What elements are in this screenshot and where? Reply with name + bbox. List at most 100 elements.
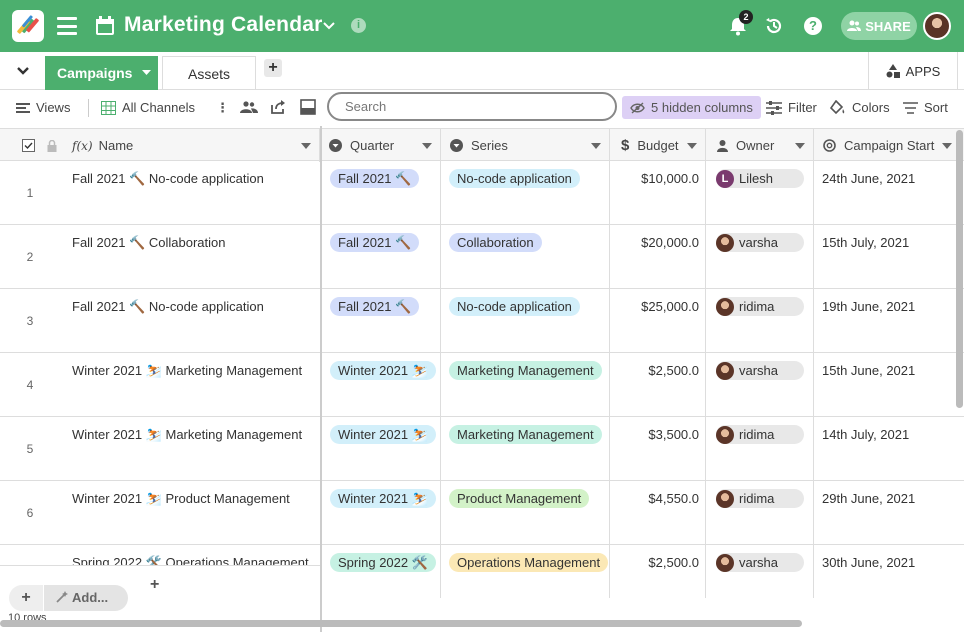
- filter-button[interactable]: Filter: [766, 100, 817, 115]
- table-row[interactable]: 4 Winter 2021 ⛷️ Marketing Management Wi…: [0, 353, 964, 417]
- chevron-down-icon[interactable]: [321, 17, 337, 38]
- caret-down-icon[interactable]: [301, 142, 311, 149]
- column-header-owner[interactable]: Owner: [706, 129, 814, 162]
- owner-cell[interactable]: varsha: [706, 545, 814, 598]
- owner-cell[interactable]: varsha: [706, 353, 814, 417]
- checkbox-icon[interactable]: [22, 139, 35, 152]
- budget-cell[interactable]: $20,000.0: [610, 225, 706, 289]
- owner-cell[interactable]: L Lilesh: [706, 161, 814, 225]
- budget-cell[interactable]: $3,500.0: [610, 417, 706, 481]
- caret-down-icon[interactable]: [687, 142, 697, 149]
- colors-button[interactable]: Colors: [830, 100, 890, 115]
- budget-value: $2,500.0: [648, 555, 699, 570]
- sort-button[interactable]: Sort: [903, 100, 948, 115]
- budget-cell[interactable]: $4,550.0: [610, 481, 706, 545]
- quarter-cell[interactable]: Fall 2021 🔨: [322, 225, 441, 289]
- column-header-campaign-start[interactable]: Campaign Start: [814, 129, 956, 162]
- table-row[interactable]: 5 Winter 2021 ⛷️ Marketing Management Wi…: [0, 417, 964, 481]
- campaign-start-value: 24th June, 2021: [822, 171, 916, 186]
- caret-down-icon[interactable]: [591, 142, 601, 149]
- column-header-quarter[interactable]: Quarter: [322, 129, 441, 162]
- quarter-cell[interactable]: Winter 2021 ⛷️: [322, 481, 441, 545]
- quarter-tag: Winter 2021 ⛷️: [330, 361, 436, 380]
- view-toolbar: Views All Channels ⋮ Search 5 hidden col…: [0, 90, 964, 126]
- history-icon[interactable]: [764, 16, 784, 41]
- quarter-cell[interactable]: Fall 2021 🔨: [322, 161, 441, 225]
- name-cell[interactable]: Fall 2021 🔨 No-code application: [0, 289, 320, 353]
- budget-value: $2,500.0: [648, 363, 699, 378]
- campaign-start-cell[interactable]: 29th June, 2021: [814, 481, 964, 545]
- name-cell[interactable]: Winter 2021 ⛷️ Marketing Management: [0, 417, 320, 481]
- hidden-columns-button[interactable]: 5 hidden columns: [622, 96, 761, 119]
- caret-down-icon[interactable]: [795, 142, 805, 149]
- campaign-start-cell[interactable]: 14th July, 2021: [814, 417, 964, 481]
- budget-cell[interactable]: $2,500.0: [610, 353, 706, 417]
- quarter-cell[interactable]: Spring 2022 🛠️: [322, 545, 441, 598]
- search-input[interactable]: Search: [327, 92, 617, 121]
- view-selector[interactable]: All Channels: [101, 100, 195, 115]
- row-height-icon[interactable]: [300, 99, 316, 115]
- apps-button[interactable]: APPS: [868, 52, 958, 90]
- column-header-budget[interactable]: $ Budget: [610, 129, 706, 162]
- help-icon[interactable]: ?: [804, 17, 822, 35]
- owner-cell[interactable]: varsha: [706, 225, 814, 289]
- user-avatar[interactable]: [923, 12, 951, 40]
- budget-cell[interactable]: $25,000.0: [610, 289, 706, 353]
- add-tab-button[interactable]: +: [264, 59, 282, 77]
- budget-cell[interactable]: $10,000.0: [610, 161, 706, 225]
- series-cell[interactable]: Product Management: [441, 481, 610, 545]
- frozen-column-divider[interactable]: [320, 126, 322, 632]
- app-logo[interactable]: [12, 10, 44, 42]
- campaign-start-cell[interactable]: 30th June, 2021: [814, 545, 964, 598]
- series-cell[interactable]: Operations Management: [441, 545, 610, 598]
- menu-icon[interactable]: [57, 17, 77, 35]
- name-cell[interactable]: Fall 2021 🔨 Collaboration: [0, 225, 320, 289]
- caret-down-icon[interactable]: [942, 142, 952, 149]
- series-cell[interactable]: No-code application: [441, 289, 610, 353]
- tab-campaigns[interactable]: Campaigns: [45, 56, 158, 90]
- series-cell[interactable]: No-code application: [441, 161, 610, 225]
- quarter-tag: Fall 2021 🔨: [330, 233, 420, 252]
- table-row[interactable]: 1 Fall 2021 🔨 No-code application Fall 2…: [0, 161, 964, 225]
- chevron-down-icon[interactable]: [6, 56, 40, 86]
- horizontal-scrollbar[interactable]: [0, 620, 802, 627]
- owner-cell[interactable]: ridima: [706, 417, 814, 481]
- add-column-button[interactable]: +: [150, 576, 159, 594]
- tab-assets[interactable]: Assets: [162, 56, 256, 90]
- name-cell[interactable]: Fall 2021 🔨 No-code application: [0, 161, 320, 225]
- series-cell[interactable]: Collaboration: [441, 225, 610, 289]
- series-cell[interactable]: Marketing Management: [441, 417, 610, 481]
- owner-cell[interactable]: ridima: [706, 481, 814, 545]
- share-button[interactable]: SHARE: [841, 12, 917, 40]
- people-icon[interactable]: [240, 101, 258, 113]
- info-icon[interactable]: i: [351, 18, 366, 33]
- caret-down-icon[interactable]: [422, 142, 432, 149]
- quarter-cell[interactable]: Fall 2021 🔨: [322, 289, 441, 353]
- quarter-cell[interactable]: Winter 2021 ⛷️: [322, 353, 441, 417]
- campaign-start-cell[interactable]: 15th June, 2021: [814, 353, 964, 417]
- owner-cell[interactable]: ridima: [706, 289, 814, 353]
- quarter-cell[interactable]: Winter 2021 ⛷️: [322, 417, 441, 481]
- owner-chip: ridima: [716, 297, 804, 316]
- table-row[interactable]: 6 Winter 2021 ⛷️ Product Management Wint…: [0, 481, 964, 545]
- budget-cell[interactable]: $2,500.0: [610, 545, 706, 598]
- campaign-start-cell[interactable]: 19th June, 2021: [814, 289, 964, 353]
- table-row[interactable]: 2 Fall 2021 🔨 Collaboration Fall 2021 🔨 …: [0, 225, 964, 289]
- campaign-start-cell[interactable]: 15th July, 2021: [814, 225, 964, 289]
- add-row-form-button[interactable]: Add...: [44, 585, 128, 611]
- table-row[interactable]: 3 Fall 2021 🔨 No-code application Fall 2…: [0, 289, 964, 353]
- hidden-columns-label: 5 hidden columns: [651, 100, 753, 115]
- campaign-start-cell[interactable]: 24th June, 2021: [814, 161, 964, 225]
- add-row-button[interactable]: +: [9, 585, 43, 611]
- series-cell[interactable]: Marketing Management: [441, 353, 610, 417]
- name-cell[interactable]: Winter 2021 ⛷️ Product Management: [0, 481, 320, 545]
- name-cell[interactable]: Winter 2021 ⛷️ Marketing Management: [0, 353, 320, 417]
- column-name-label: Name: [98, 138, 134, 153]
- share-view-icon[interactable]: [270, 99, 286, 115]
- vertical-scrollbar[interactable]: [956, 130, 963, 408]
- column-header-series[interactable]: Series: [441, 129, 610, 162]
- column-header-name[interactable]: f(x) Name: [68, 129, 320, 162]
- views-button[interactable]: Views: [16, 100, 70, 115]
- page-title[interactable]: Marketing Calendar: [124, 13, 323, 37]
- more-options-icon[interactable]: ⋮: [216, 100, 229, 116]
